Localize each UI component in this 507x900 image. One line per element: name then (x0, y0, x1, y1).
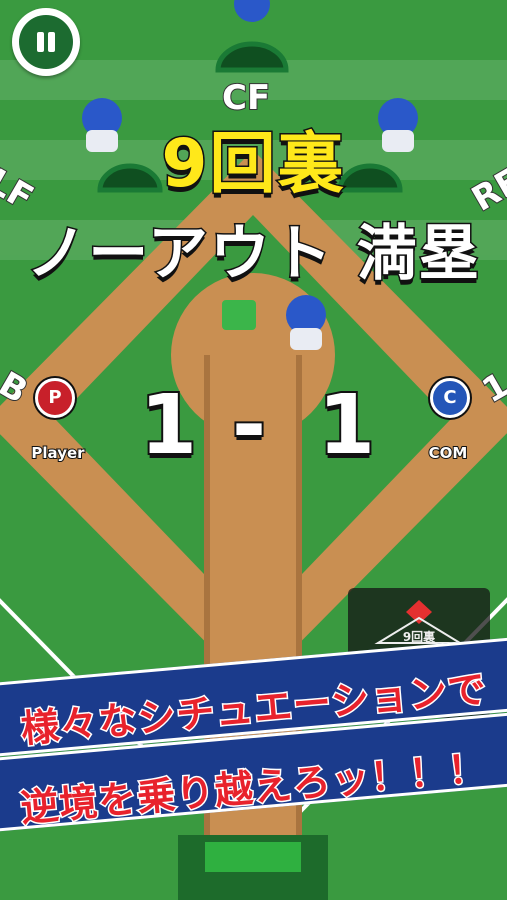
com-avatar: C (430, 378, 470, 418)
com-label: COM (428, 443, 469, 463)
situation-title: ノーアウト 満塁 (25, 218, 481, 291)
com-badge: C (430, 378, 470, 418)
player-avatar: P (35, 378, 75, 418)
game-screen: CF LF RF B 1 9回裏 ノーアウト 満塁 P Player 1 - 1… (0, 0, 507, 900)
pause-icon (19, 15, 73, 69)
mini-base-second (406, 600, 432, 624)
player-score: 1 (138, 376, 199, 475)
home-pocket (205, 842, 301, 872)
inning-title: 9回裏 (160, 124, 346, 204)
score-separator: - (230, 376, 268, 475)
com-score: 1 (316, 376, 377, 475)
player-badge: P (35, 378, 75, 418)
player-label: Player (30, 443, 85, 463)
pause-button[interactable] (12, 8, 80, 76)
